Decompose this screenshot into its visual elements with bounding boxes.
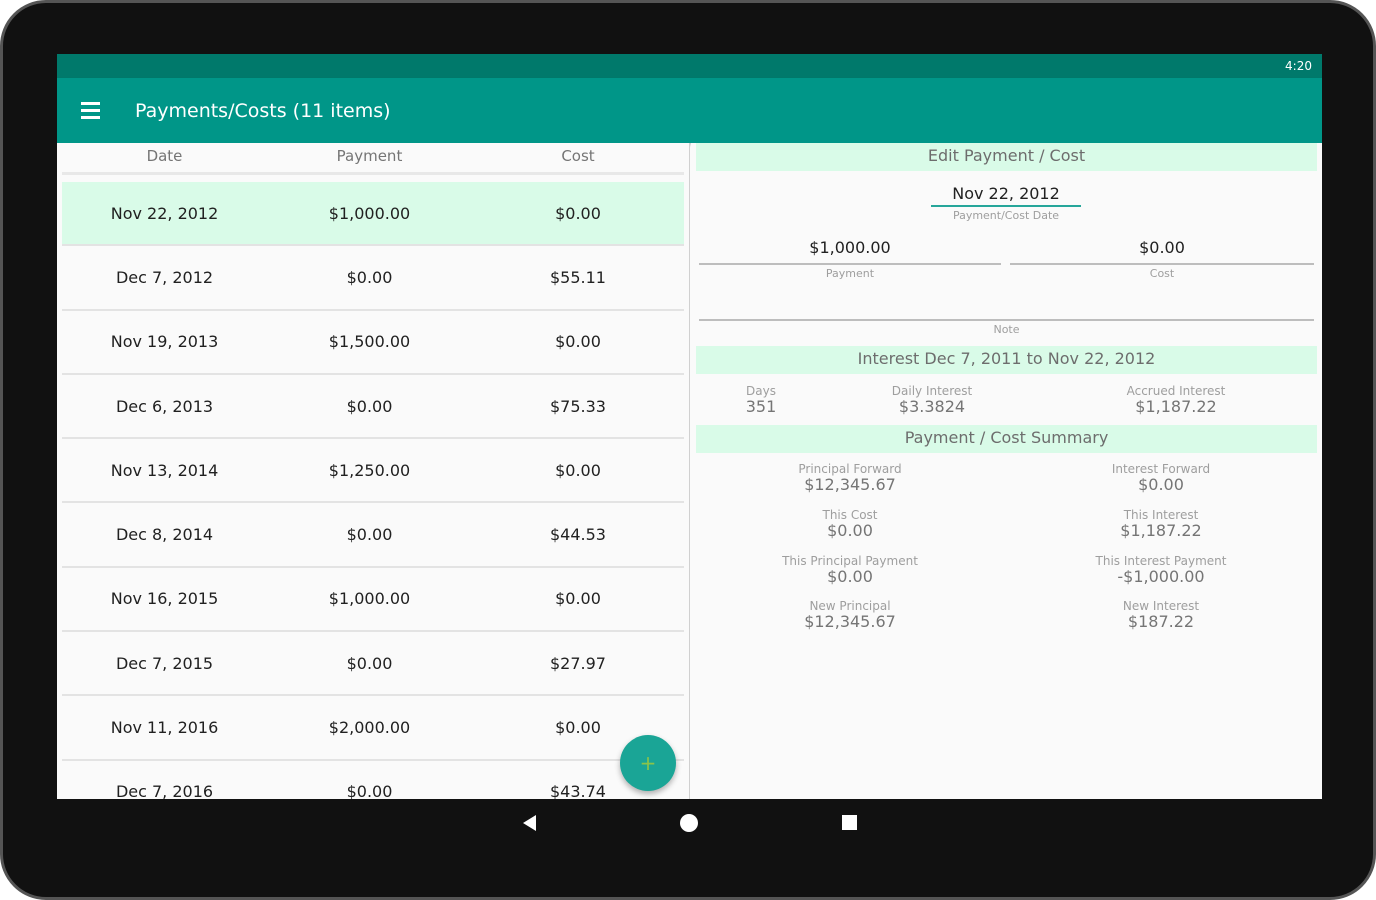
app-bar: Payments/Costs (11 items) xyxy=(57,78,1322,143)
row-date: Dec 7, 2016 xyxy=(115,782,214,799)
row-payment: $1,500.00 xyxy=(328,332,411,352)
payment-caption: Payment xyxy=(825,267,875,280)
cost-field[interactable]: $0.00 xyxy=(1010,238,1314,257)
row-cost: $0.00 xyxy=(555,203,601,223)
row-payment: $1,250.00 xyxy=(328,460,411,480)
row-payment: $0.00 xyxy=(346,267,393,287)
payment-field-underline xyxy=(699,263,1001,265)
new-interest-value: $187.22 xyxy=(1127,612,1195,631)
accrued-interest-value: $1,187.22 xyxy=(1135,397,1217,416)
payment-field[interactable]: $1,000.00 xyxy=(699,238,1001,257)
payment-date-field[interactable]: Nov 22, 2012 xyxy=(931,184,1081,207)
home-icon[interactable] xyxy=(680,814,698,832)
row-date: Dec 6, 2013 xyxy=(115,396,214,416)
row-cost: $0.00 xyxy=(555,718,601,738)
summary-section-header: Payment / Cost Summary xyxy=(696,425,1317,453)
table-row[interactable]: Nov 19, 2013 $1,500.00 $0.00 xyxy=(62,311,684,375)
table-row[interactable]: Dec 7, 2016 $0.00 $43.74 xyxy=(62,761,684,799)
this-principal-payment-label: This Principal Payment xyxy=(782,554,918,568)
hamburger-icon[interactable] xyxy=(81,99,105,123)
note-caption: Note xyxy=(993,323,1020,336)
accrued-interest-label: Accrued Interest xyxy=(1126,384,1226,398)
this-interest-payment-value: -$1,000.00 xyxy=(1117,567,1205,586)
row-date: Nov 19, 2013 xyxy=(110,332,219,352)
back-icon[interactable] xyxy=(523,815,536,831)
this-interest-payment-label: This Interest Payment xyxy=(1095,554,1227,568)
this-interest-value: $1,187.22 xyxy=(1120,521,1202,540)
cost-caption: Cost xyxy=(1149,267,1175,280)
table-row[interactable]: Dec 7, 2012 $0.00 $55.11 xyxy=(62,246,684,311)
cost-field-underline xyxy=(1010,263,1314,265)
row-payment: $1,000.00 xyxy=(328,203,411,223)
table-row[interactable]: Nov 11, 2016 $2,000.00 $0.00 xyxy=(62,696,684,761)
row-date: Nov 13, 2014 xyxy=(110,460,219,480)
row-cost: $55.11 xyxy=(550,267,606,287)
table-row[interactable]: Nov 22, 2012 $1,000.00 $0.00 xyxy=(62,182,684,247)
note-field[interactable] xyxy=(699,319,1314,321)
table-row[interactable]: Dec 6, 2013 $0.00 $75.33 xyxy=(62,375,684,440)
this-cost-value: $0.00 xyxy=(827,521,873,540)
app-screen: 4:20 Payments/Costs (11 items) Date Paym… xyxy=(57,54,1322,799)
row-date: Dec 7, 2015 xyxy=(115,653,214,673)
row-cost: $44.53 xyxy=(550,525,606,545)
status-time: 4:20 xyxy=(1285,59,1312,73)
header-date: Date xyxy=(146,147,183,165)
edit-detail-pane: Edit Payment / Cost Nov 22, 2012 Payment… xyxy=(691,143,1322,799)
row-payment: $0.00 xyxy=(346,782,393,799)
payments-list: Nov 22, 2012 $1,000.00 $0.00 Dec 7, 2012 $0.… xyxy=(62,182,684,799)
this-cost-label: This Cost xyxy=(822,508,878,522)
row-date: Nov 22, 2012 xyxy=(110,203,219,223)
table-row[interactable]: Nov 16, 2015 $1,000.00 $0.00 xyxy=(62,568,684,633)
page-title: Payments/Costs (11 items) xyxy=(135,99,391,122)
row-payment: $1,000.00 xyxy=(328,589,411,609)
new-principal-value: $12,345.67 xyxy=(804,612,896,631)
daily-interest-value: $3.3824 xyxy=(898,397,966,416)
daily-interest-label: Daily Interest xyxy=(891,384,973,398)
interest-section-header: Interest Dec 7, 2011 to Nov 22, 2012 xyxy=(696,346,1317,374)
row-payment: $2,000.00 xyxy=(328,718,411,738)
row-cost: $0.00 xyxy=(555,460,601,480)
status-bar: 4:20 xyxy=(57,54,1322,78)
edit-section-header: Edit Payment / Cost xyxy=(696,143,1317,171)
table-row[interactable]: Dec 7, 2015 $0.00 $27.97 xyxy=(62,632,684,697)
this-interest-label: This Interest xyxy=(1123,508,1199,522)
row-cost: $75.33 xyxy=(550,396,606,416)
row-date: Dec 8, 2014 xyxy=(115,525,214,545)
system-nav-bar xyxy=(57,799,1322,849)
row-date: Dec 7, 2012 xyxy=(115,267,214,287)
recents-icon[interactable] xyxy=(842,815,857,830)
add-payment-button[interactable]: + xyxy=(620,735,676,791)
list-header: Date Payment Cost xyxy=(62,143,684,175)
days-value: 351 xyxy=(745,397,777,416)
pane-divider xyxy=(689,143,690,799)
table-row[interactable]: Dec 8, 2014 $0.00 $44.53 xyxy=(62,503,684,568)
table-row[interactable]: Nov 13, 2014 $1,250.00 $0.00 xyxy=(62,439,684,504)
interest-forward-value: $0.00 xyxy=(1138,475,1184,494)
payments-list-pane: Date Payment Cost Nov 22, 2012 $1,000.00 $… xyxy=(57,143,689,799)
payment-date-caption: Payment/Cost Date xyxy=(952,209,1060,222)
row-payment: $0.00 xyxy=(346,396,393,416)
row-date: Nov 11, 2016 xyxy=(110,718,219,738)
row-cost: $0.00 xyxy=(555,332,601,352)
header-cost: Cost xyxy=(561,147,595,165)
new-interest-label: New Interest xyxy=(1122,599,1200,613)
row-cost: $27.97 xyxy=(550,653,606,673)
principal-forward-label: Principal Forward xyxy=(798,462,902,476)
interest-forward-label: Interest Forward xyxy=(1111,462,1211,476)
row-date: Nov 16, 2015 xyxy=(110,589,219,609)
add-icon: + xyxy=(639,751,657,775)
row-payment: $0.00 xyxy=(346,653,393,673)
days-label: Days xyxy=(746,384,776,398)
row-cost: $0.00 xyxy=(555,589,601,609)
row-payment: $0.00 xyxy=(346,525,393,545)
header-payment: Payment xyxy=(336,147,403,165)
new-principal-label: New Principal xyxy=(809,599,891,613)
principal-forward-value: $12,345.67 xyxy=(804,475,896,494)
this-principal-payment-value: $0.00 xyxy=(827,567,873,586)
